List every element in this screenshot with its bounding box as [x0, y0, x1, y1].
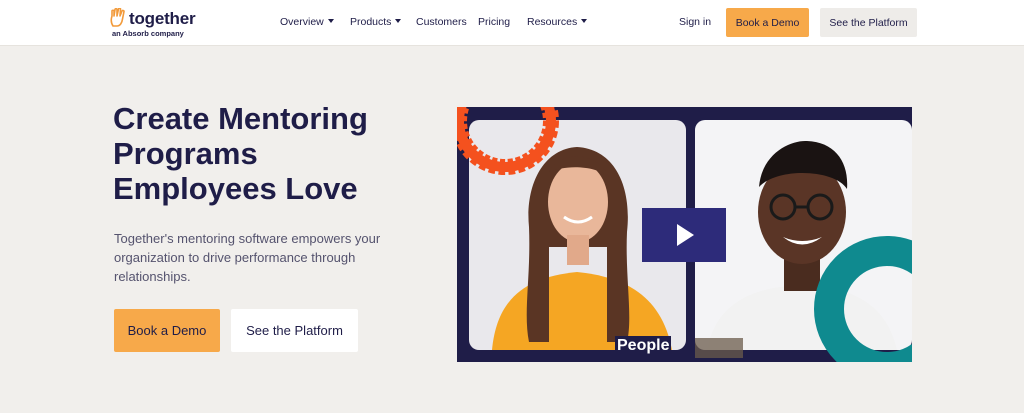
hero-title-line-1: Create Mentoring — [113, 101, 368, 136]
hero-subtitle: Together's mentoring software empowers y… — [114, 231, 381, 284]
caption-highlight — [695, 338, 743, 358]
nav-overview-label: Overview — [280, 16, 324, 28]
caret-down-icon — [327, 19, 334, 24]
hero-title-line-2: Programs — [113, 136, 258, 171]
nav-resources[interactable]: Resources — [527, 16, 588, 28]
header-see-platform-button[interactable]: See the Platform — [820, 8, 917, 37]
nav-customers-label: Customers — [416, 16, 467, 28]
nav-resources-label: Resources — [527, 16, 578, 28]
hero-see-platform-button[interactable]: See the Platform — [231, 309, 358, 352]
hand-logo-icon — [110, 8, 125, 27]
header-book-demo-button[interactable]: Book a Demo — [726, 8, 809, 37]
caret-down-icon — [395, 19, 402, 24]
nav-products[interactable]: Products — [350, 16, 402, 28]
nav-overview[interactable]: Overview — [280, 16, 334, 28]
nav-products-label: Products — [350, 16, 392, 28]
nav-customers[interactable]: Customers — [416, 16, 467, 28]
brand-name: together — [129, 9, 196, 28]
signin-link[interactable]: Sign in — [679, 16, 711, 28]
nav-pricing[interactable]: Pricing — [478, 16, 510, 28]
play-icon — [677, 224, 694, 246]
hero-book-demo-button[interactable]: Book a Demo — [114, 309, 220, 352]
play-button[interactable] — [642, 208, 726, 262]
caret-down-icon — [581, 19, 588, 24]
video-caption: People — [615, 336, 672, 356]
site-header: together an Absorb company Overview Prod… — [0, 0, 1024, 46]
hero-title: Create Mentoring Programs Employees Love — [113, 101, 443, 206]
nav-pricing-label: Pricing — [478, 16, 511, 28]
brand-tagline: an Absorb company — [112, 29, 184, 38]
hero-title-line-3: Employees Love — [113, 171, 358, 206]
video-player[interactable]: People — [457, 107, 912, 362]
